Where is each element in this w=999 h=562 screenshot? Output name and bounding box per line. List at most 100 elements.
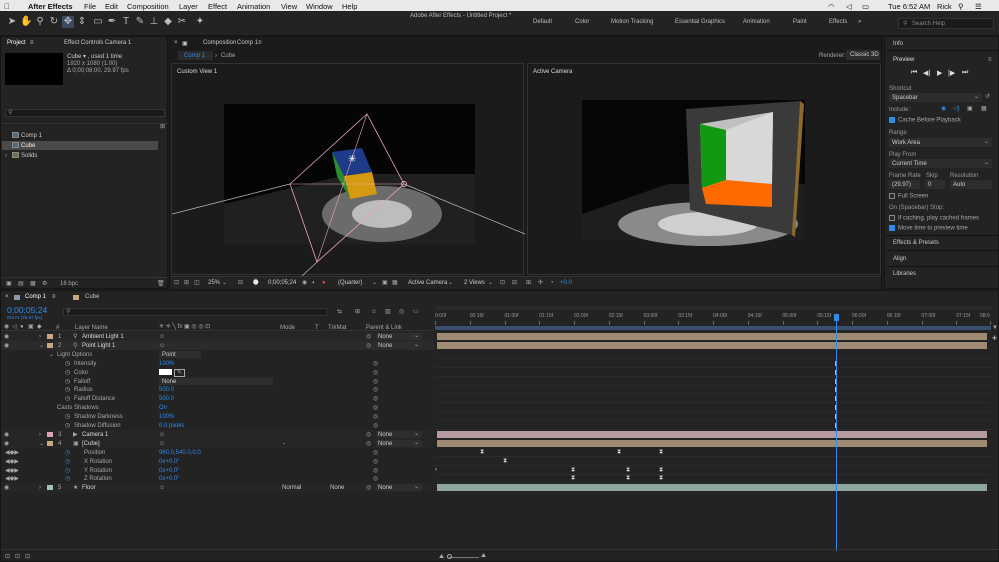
region-icon[interactable]: ▣ bbox=[382, 280, 388, 286]
video-toggle-icon[interactable]: ◉ bbox=[941, 106, 946, 112]
cache-before-checkbox[interactable]: Cache Before Playback bbox=[889, 117, 961, 124]
transparency-icon[interactable]: ▦ bbox=[392, 280, 398, 286]
keyframe-marker[interactable]: ⧗ bbox=[571, 475, 575, 481]
comp-mini-flowchart-icon[interactable]: ⇆ bbox=[337, 309, 342, 315]
keyframe-marker[interactable]: ⧗ bbox=[659, 449, 663, 455]
layer-name[interactable]: Ambient Light 1 bbox=[82, 334, 124, 340]
project-item-comp1[interactable]: Comp 1 bbox=[2, 131, 168, 140]
expression-pickwhip-icon[interactable]: ◎ bbox=[373, 468, 378, 474]
solo-column-icon[interactable]: ● bbox=[20, 324, 24, 330]
property-value[interactable]: On bbox=[159, 405, 167, 411]
keyframe-marker[interactable]: ⧗ bbox=[626, 475, 630, 481]
shy-switch-icon[interactable]: ☺ bbox=[159, 485, 165, 491]
keyframe-marker[interactable]: ⧗ bbox=[571, 467, 575, 473]
video-column-icon[interactable]: ◉ bbox=[4, 324, 9, 330]
timeline-zoom-slider[interactable] bbox=[449, 557, 479, 558]
expand-arrow-icon[interactable]: ⌄ bbox=[49, 352, 54, 358]
puppet-tool-icon[interactable]: ✦ bbox=[194, 16, 206, 28]
keyframe-marker[interactable]: ⧗ bbox=[659, 467, 663, 473]
preview-resolution-select[interactable]: Auto bbox=[950, 180, 992, 189]
menu-effect[interactable]: Effect bbox=[208, 2, 227, 11]
layer-name[interactable]: [Cube] bbox=[82, 441, 100, 447]
playhead-handle[interactable] bbox=[834, 314, 839, 321]
views-layout-select[interactable]: 2 Views bbox=[464, 280, 485, 286]
clone-tool-icon[interactable]: ⊥ bbox=[148, 16, 160, 28]
property-value[interactable]: 500.0 bbox=[159, 396, 174, 402]
project-item-solids[interactable]: › Solids bbox=[2, 151, 168, 160]
eye-icon[interactable]: ◉ bbox=[4, 441, 9, 447]
app-menu[interactable]: After Effects bbox=[28, 2, 73, 11]
user-name[interactable]: Rick bbox=[937, 2, 952, 11]
lock-icon[interactable]: ▣ bbox=[182, 40, 188, 47]
layer-duration-bar[interactable] bbox=[437, 430, 987, 438]
keyframe-marker[interactable]: ⧗ bbox=[503, 458, 507, 464]
property-value[interactable]: 0x+0.0° bbox=[159, 476, 180, 482]
property-value[interactable]: 0.0 pixels bbox=[159, 423, 184, 429]
expand-arrow-icon[interactable]: › bbox=[39, 432, 41, 438]
stopwatch-icon[interactable]: ◷ bbox=[65, 387, 70, 393]
layer-name-column-header[interactable]: Layer Name bbox=[75, 325, 108, 331]
layer-row[interactable]: ◉ › 1 ⚲ Ambient Light 1 ☺ ◎ None ⌄ bbox=[1, 332, 434, 341]
close-icon[interactable]: × bbox=[174, 40, 178, 46]
battery-icon[interactable]: ▭ bbox=[862, 2, 869, 11]
chevron-down-icon[interactable]: ⌄ bbox=[372, 280, 377, 286]
graph-editor-icon[interactable]: ▭ bbox=[413, 309, 419, 315]
menu-help[interactable]: Help bbox=[342, 2, 357, 11]
workspace-effects[interactable]: Effects bbox=[829, 19, 847, 25]
viewer-active-camera[interactable]: Active Camera bbox=[527, 63, 881, 275]
align-header[interactable]: Align bbox=[893, 256, 906, 262]
audio-toggle-icon[interactable]: ◁) bbox=[953, 106, 960, 112]
work-area-bar[interactable] bbox=[435, 306, 991, 310]
fit-icon[interactable]: ⊟ bbox=[238, 280, 243, 286]
tab-composition-label[interactable]: Composition bbox=[203, 40, 236, 46]
label-color-chip[interactable] bbox=[47, 440, 53, 446]
zoom-tool-icon[interactable]: ⚲ bbox=[34, 16, 46, 28]
volume-icon[interactable]: ◁ bbox=[846, 2, 852, 11]
hand-tool-icon[interactable]: ✋ bbox=[20, 16, 32, 28]
expand-render-time-icon[interactable]: ⊡ bbox=[25, 554, 30, 560]
interpret-footage-icon[interactable]: ▣ bbox=[6, 281, 12, 287]
spotlight-icon[interactable]: ⚲ bbox=[958, 2, 964, 11]
resolution-select[interactable]: (Quarter) bbox=[338, 280, 362, 286]
stopwatch-icon[interactable]: ◷ bbox=[65, 414, 70, 420]
lock-column-icon[interactable]: ▣ bbox=[28, 324, 34, 330]
menu-view[interactable]: View bbox=[281, 2, 297, 11]
overlay-toggle-icon[interactable]: ▣ bbox=[967, 106, 973, 112]
close-icon[interactable]: × bbox=[5, 294, 9, 300]
search-help-input[interactable]: ⚲ Search Help bbox=[898, 18, 994, 29]
tab-composition-name[interactable]: Comp 1 bbox=[237, 40, 258, 46]
comp-marker-icon[interactable]: ▼ bbox=[992, 325, 998, 331]
keyframe-marker[interactable]: ‹ bbox=[435, 467, 437, 473]
fast-preview-icon[interactable]: ⊟ bbox=[512, 280, 517, 286]
timeline-zoom-handle[interactable] bbox=[447, 554, 452, 559]
tab-timeline-cube[interactable]: Cube bbox=[85, 294, 99, 300]
keyframe-nav-icon[interactable]: ◀◆▶ bbox=[5, 459, 19, 465]
label-color-chip[interactable] bbox=[47, 431, 53, 437]
shy-switch-icon[interactable]: ☺ bbox=[159, 334, 165, 340]
label-color-chip[interactable] bbox=[47, 334, 53, 339]
mask-icon[interactable]: ◫ bbox=[194, 280, 200, 286]
shy-switch-icon[interactable]: ☺ bbox=[159, 441, 165, 447]
chevron-down-icon[interactable]: ⌄ bbox=[488, 280, 493, 286]
tab-effect-controls[interactable]: Effect Controls Camera 1 bbox=[64, 40, 131, 46]
trkmat-column-header[interactable]: TrkMat bbox=[328, 325, 346, 331]
property-value[interactable]: 0x+0.0° bbox=[159, 459, 180, 465]
clock[interactable]: Tue 6:52 AM bbox=[888, 2, 930, 11]
zoom-in-icon[interactable]: ⛰ bbox=[481, 553, 486, 559]
last-frame-icon[interactable]: ⏭ bbox=[962, 69, 968, 77]
viewer-custom-view[interactable]: Custom View 1 ✳ bbox=[171, 63, 525, 276]
effects-presets-header[interactable]: Effects & Presets bbox=[893, 240, 939, 246]
stopwatch-icon[interactable]: ◷ bbox=[65, 459, 70, 465]
show-snapshot-icon[interactable]: ◐ bbox=[312, 280, 316, 286]
frame-blending-icon[interactable]: ▥ bbox=[385, 309, 391, 315]
preview-panel-header[interactable]: Preview bbox=[893, 57, 914, 63]
flowchart-icon[interactable]: ⊞ bbox=[160, 124, 165, 130]
stopwatch-icon[interactable]: ◷ bbox=[65, 468, 70, 474]
expand-arrow-icon[interactable]: › bbox=[5, 153, 7, 159]
workspace-color[interactable]: Color bbox=[575, 19, 589, 25]
pixel-aspect-icon[interactable]: ⊡ bbox=[500, 280, 505, 286]
reset-exposure-icon[interactable]: ◔ bbox=[550, 280, 554, 286]
shy-switch-icon[interactable]: ☺ bbox=[159, 432, 165, 438]
keyframe-marker[interactable]: ⧗ bbox=[617, 449, 621, 455]
grid-icon[interactable]: ⊞ bbox=[184, 280, 189, 286]
